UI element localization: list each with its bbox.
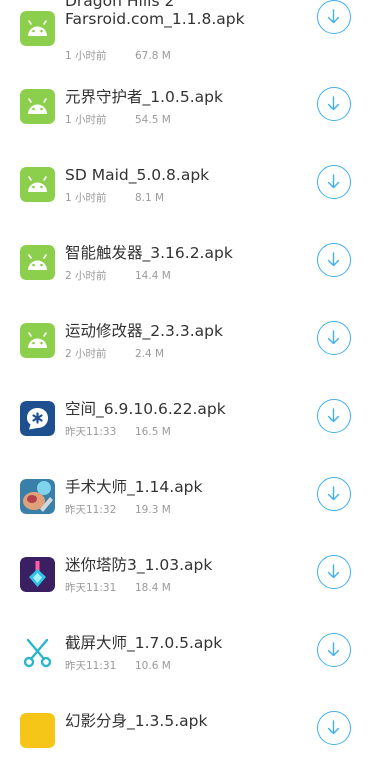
file-meta: 昨天11:31 10.6 M	[65, 658, 171, 673]
download-button[interactable]	[317, 165, 351, 199]
file-row[interactable]: 手术大师_1.14.apk 昨天11:32 19.3 M	[0, 459, 372, 537]
download-button[interactable]	[317, 0, 351, 34]
file-row[interactable]: 运动修改器_2.3.3.apk 2 小时前 2.4 M	[0, 303, 372, 381]
file-meta: 1 小时前 54.5 M	[65, 112, 171, 127]
file-name: 手术大师_1.14.apk	[65, 478, 203, 496]
file-meta: 2 小时前 2.4 M	[65, 346, 164, 361]
file-name: 空间_6.9.10.6.22.apk	[65, 400, 226, 418]
download-button[interactable]	[317, 87, 351, 121]
file-meta	[65, 736, 135, 748]
file-size: 19.3 M	[135, 504, 171, 516]
file-row[interactable]: 幻影分身_1.3.5.apk	[0, 693, 372, 771]
yellow-app-icon	[20, 713, 55, 748]
file-name: 幻影分身_1.3.5.apk	[65, 712, 208, 730]
file-time: 1 小时前	[65, 50, 107, 62]
file-name: Dragon Hills 2 Farsroid.com_1.1.8.apk	[65, 0, 245, 28]
download-button[interactable]	[317, 243, 351, 277]
tower-defense-icon	[20, 557, 55, 592]
download-list: Dragon Hills 2 Farsroid.com_1.1.8.apk 1 …	[0, 0, 372, 771]
file-time: 2 小时前	[65, 348, 107, 360]
file-meta: 昨天11:33 16.5 M	[65, 424, 171, 439]
android-icon	[20, 323, 55, 358]
file-meta: 1 小时前 67.8 M	[65, 48, 171, 63]
space-app-icon	[20, 401, 55, 436]
download-arrow-icon	[327, 642, 340, 657]
download-button[interactable]	[317, 555, 351, 589]
download-arrow-icon	[327, 408, 340, 423]
file-size: 2.4 M	[135, 348, 165, 360]
file-time: 1 小时前	[65, 114, 107, 126]
file-meta: 昨天11:31 18.4 M	[65, 580, 171, 595]
file-size: 16.5 M	[135, 426, 171, 438]
file-meta: 2 小时前 14.4 M	[65, 268, 171, 283]
file-row[interactable]: 空间_6.9.10.6.22.apk 昨天11:33 16.5 M	[0, 381, 372, 459]
download-arrow-icon	[327, 174, 340, 189]
file-time: 昨天11:31	[65, 582, 117, 594]
file-meta: 1 小时前 8.1 M	[65, 190, 164, 205]
file-time: 2 小时前	[65, 270, 107, 282]
file-name: 截屏大师_1.7.0.5.apk	[65, 634, 223, 652]
file-row[interactable]: 智能触发器_3.16.2.apk 2 小时前 14.4 M	[0, 225, 372, 303]
file-row[interactable]: 迷你塔防3_1.03.apk 昨天11:31 18.4 M	[0, 537, 372, 615]
download-button[interactable]	[317, 477, 351, 511]
android-icon	[20, 11, 55, 46]
download-arrow-icon	[327, 720, 340, 735]
download-button[interactable]	[317, 321, 351, 355]
file-time: 1 小时前	[65, 192, 107, 204]
file-time: 昨天11:32	[65, 504, 117, 516]
download-arrow-icon	[327, 486, 340, 501]
file-meta: 昨天11:32 19.3 M	[65, 502, 171, 517]
download-button[interactable]	[317, 399, 351, 433]
file-row[interactable]: SD Maid_5.0.8.apk 1 小时前 8.1 M	[0, 147, 372, 225]
file-time: 昨天11:31	[65, 660, 117, 672]
file-name: 智能触发器_3.16.2.apk	[65, 244, 233, 262]
android-icon	[20, 245, 55, 280]
file-name: 迷你塔防3_1.03.apk	[65, 556, 213, 574]
android-icon	[20, 167, 55, 202]
file-size: 67.8 M	[135, 50, 171, 62]
file-row[interactable]: 截屏大师_1.7.0.5.apk 昨天11:31 10.6 M	[0, 615, 372, 693]
file-size: 18.4 M	[135, 582, 171, 594]
file-name: SD Maid_5.0.8.apk	[65, 166, 210, 184]
file-time: 昨天11:33	[65, 426, 117, 438]
download-arrow-icon	[327, 9, 340, 24]
download-arrow-icon	[327, 252, 340, 267]
download-button[interactable]	[317, 633, 351, 667]
download-arrow-icon	[327, 96, 340, 111]
surgeon-game-icon	[20, 479, 55, 514]
file-name: 运动修改器_2.3.3.apk	[65, 322, 223, 340]
file-row[interactable]: 元界守护者_1.0.5.apk 1 小时前 54.5 M	[0, 69, 372, 147]
file-size: 10.6 M	[135, 660, 171, 672]
download-arrow-icon	[327, 330, 340, 345]
file-size: 54.5 M	[135, 114, 171, 126]
android-icon	[20, 89, 55, 124]
scissors-icon	[20, 635, 55, 670]
file-size: 14.4 M	[135, 270, 171, 282]
file-row[interactable]: Dragon Hills 2 Farsroid.com_1.1.8.apk 1 …	[0, 0, 372, 69]
download-arrow-icon	[327, 564, 340, 579]
download-button[interactable]	[317, 711, 351, 745]
file-size: 8.1 M	[135, 192, 165, 204]
file-name: 元界守护者_1.0.5.apk	[65, 88, 223, 106]
